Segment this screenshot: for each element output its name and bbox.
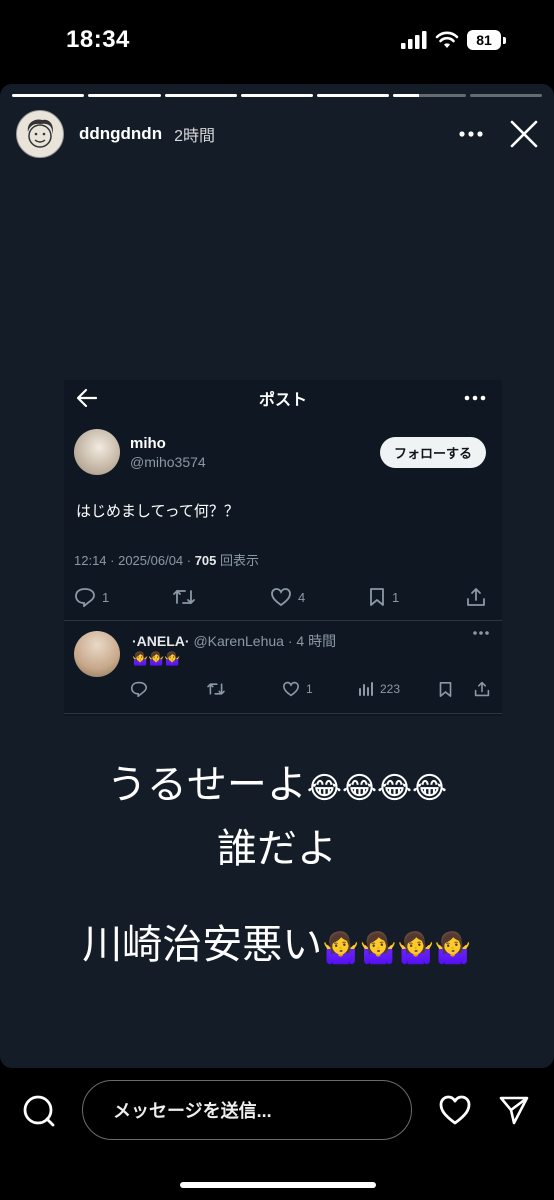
progress-segment [164,94,237,97]
progress-segment [469,94,542,97]
shrug-emoji: 🤷‍♀️🤷‍♀️🤷‍♀️🤷‍♀️ [322,931,472,966]
reply-author-handle: @KarenLehua [193,633,284,649]
progress-segment [240,94,314,97]
author-avatar [74,429,120,475]
reply-header: ·ANELA· @KarenLehua · 4 時間 [132,631,336,651]
close-icon[interactable] [510,120,538,148]
status-bar: 18:34 81 [0,0,554,84]
tweet-actions: 1 4 1 [74,584,490,610]
home-indicator [180,1182,376,1188]
reply-time: · 4 時間 [287,633,337,649]
analytics-icon [359,682,373,696]
reply-reply-icon [130,681,148,697]
author-handle: @miho3574 [130,453,206,470]
reply-avatar [74,631,120,677]
laughing-emoji: 😂😂😂😂 [306,771,448,806]
caption-line-2: 誰だよ [217,826,337,872]
tweet-page-title: ポスト [258,392,307,409]
tweet-meta: 12:14 · 2025/06/04 · 705 回表示 [74,550,259,569]
like-icon [271,588,291,607]
tweet-author: miho @miho3574 フォローする [74,428,486,476]
more-options-icon[interactable] [458,130,484,138]
tweet-timestamp: 12:14 · 2025/06/04 · [74,553,195,568]
reply-text: 🤷‍♀️🤷‍♀️🤷‍♀️ [132,651,181,666]
repost-icon [173,589,195,605]
reply-tweet: ·ANELA· @KarenLehua · 4 時間 🤷‍♀️🤷‍♀️🤷‍♀️ … [64,620,502,714]
reply-actions: 1 223 [130,677,490,701]
reply-bar: メッセージを送信... [0,1068,554,1200]
clock: 18:34 [66,26,130,53]
tweet-topbar: ポスト [64,380,502,416]
avatar[interactable] [16,110,64,158]
tweet-text: はじめましてって何？？ [76,503,239,520]
battery-indicator: 81 [467,30,501,50]
caption-text-1: うるせーよ [106,762,307,808]
reply-author-name: ·ANELA· [132,633,190,649]
tweet-view-count: 705 [194,553,217,568]
caption-line-3: 川崎治安悪い🤷‍♀️🤷‍♀️🤷‍♀️🤷‍♀️ [0,912,554,970]
wifi-icon [435,31,459,48]
status-icons: 81 [401,30,506,50]
reply-view-count: 223 [380,682,401,696]
story-header: ddngdndn 2時間 [16,110,538,158]
tweet-more-icon [464,395,486,401]
tweet-views-label: 回表示 [216,553,260,568]
progress-segment [12,94,85,97]
battery-tip [503,36,506,44]
like-count: 4 [298,589,306,605]
progress-segment [393,94,466,97]
send-icon[interactable] [498,1094,530,1126]
story-progress [12,94,542,97]
author-name: miho [130,434,166,452]
reply-repost-icon [207,683,225,695]
signal-icon [401,31,427,49]
share-icon [467,588,485,606]
reply-like-icon [282,681,300,697]
caption-text-3: 川崎治安悪い [82,922,323,968]
story-time: 2時間 [174,128,215,145]
cartoon-face-icon [27,119,53,148]
reply-count: 1 [102,589,110,605]
reply-like-count: 1 [306,682,313,696]
bookmark-count: 1 [392,589,400,605]
reply-icon [75,588,95,607]
progress-segment [88,94,161,97]
reply-share-icon [474,681,490,697]
reply-more-icon [473,631,489,635]
tweet-screenshot: ポスト miho @miho3574 フォローする はじめましてって何？？ 12… [64,380,502,716]
follow-button: フォローする [379,436,486,468]
back-arrow-icon [76,388,98,408]
story-viewer[interactable]: ddngdndn 2時間 ポスト miho @miho3574 フォローする は… [0,84,554,1068]
story-username[interactable]: ddngdndn [79,124,162,144]
heart-icon[interactable] [438,1094,472,1126]
bookmark-icon [370,588,384,606]
message-input[interactable]: メッセージを送信... [82,1080,412,1140]
progress-segment [317,94,390,97]
camera-search-icon[interactable] [22,1094,56,1128]
caption-line-1: うるせーよ😂😂😂😂 [0,752,554,810]
reply-bookmark-icon [439,681,452,697]
